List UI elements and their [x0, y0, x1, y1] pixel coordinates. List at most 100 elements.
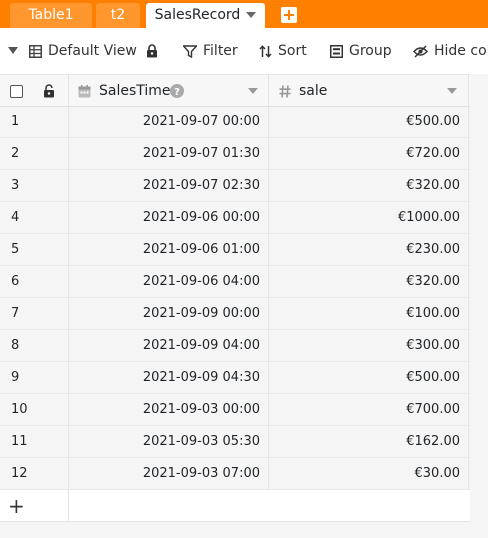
row-index-cell[interactable]: 7	[0, 298, 69, 329]
salestime-cell[interactable]: 2021-09-03 00:00	[69, 394, 269, 425]
salestime-cell[interactable]: 2021-09-09 00:00	[69, 298, 269, 329]
grid-header-row: SalesTime ? sale	[0, 74, 470, 107]
salestime-value: 2021-09-06 04:00	[142, 274, 260, 289]
table-row[interactable]: 4 2021-09-06 00:00 €1000.00	[0, 202, 470, 234]
calendar-icon	[78, 85, 91, 98]
tab-label: Table1	[28, 7, 74, 23]
row-number: 4	[11, 210, 20, 225]
help-icon[interactable]: ?	[170, 84, 184, 98]
view-lock-button[interactable]	[146, 28, 164, 74]
row-index-cell[interactable]: 11	[0, 426, 69, 457]
salestime-value: 2021-09-06 01:00	[142, 242, 260, 257]
views-collapse-button[interactable]	[8, 28, 24, 74]
salestime-value: 2021-09-03 00:00	[142, 402, 260, 417]
table-row[interactable]: 9 2021-09-09 04:30 €500.00	[0, 362, 470, 394]
salestime-cell[interactable]: 2021-09-09 04:30	[69, 362, 269, 393]
hide-columns-button[interactable]: Hide colu	[413, 28, 488, 74]
salestime-cell[interactable]: 2021-09-09 04:00	[69, 330, 269, 361]
table-row[interactable]: 10 2021-09-03 00:00 €700.00	[0, 394, 470, 426]
filter-label: Filter	[203, 43, 238, 59]
table-row[interactable]: 12 2021-09-03 07:00 €30.00	[0, 458, 470, 490]
table-row[interactable]: 1 2021-09-07 00:00 €500.00	[0, 106, 470, 138]
salestime-value: 2021-09-06 00:00	[142, 210, 260, 225]
sale-value: €700.00	[406, 402, 460, 417]
group-button[interactable]: Group	[330, 28, 392, 74]
tab-t2[interactable]: t2	[96, 3, 140, 28]
salestime-cell[interactable]: 2021-09-06 00:00	[69, 202, 269, 233]
salestime-cell[interactable]: 2021-09-07 02:30	[69, 170, 269, 201]
group-icon	[330, 44, 343, 58]
column-menu-icon[interactable]	[248, 88, 258, 94]
view-name: Default View	[48, 43, 137, 59]
salestime-cell[interactable]: 2021-09-07 01:30	[69, 138, 269, 169]
row-number: 8	[11, 338, 20, 353]
index-header-cell	[0, 75, 69, 106]
sort-label: Sort	[278, 43, 307, 59]
column-header-salestime[interactable]: SalesTime ?	[69, 75, 269, 106]
sale-cell[interactable]: €500.00	[269, 362, 469, 393]
row-index-cell[interactable]: 1	[0, 106, 69, 137]
salestime-cell[interactable]: 2021-09-03 07:00	[69, 458, 269, 489]
row-index-cell[interactable]: 8	[0, 330, 69, 361]
sale-value: €100.00	[406, 306, 460, 321]
table-row[interactable]: 2 2021-09-07 01:30 €720.00	[0, 138, 470, 170]
salestime-cell[interactable]: 2021-09-06 01:00	[69, 234, 269, 265]
salestime-value: 2021-09-07 01:30	[142, 146, 260, 161]
table-row[interactable]: 7 2021-09-09 00:00 €100.00	[0, 298, 470, 330]
sale-cell[interactable]: €500.00	[269, 106, 469, 137]
column-name: SalesTime	[99, 83, 171, 99]
sale-cell[interactable]: €1000.00	[269, 202, 469, 233]
group-label: Group	[349, 43, 392, 59]
column-header-sale[interactable]: sale	[269, 75, 469, 106]
table-row[interactable]: 6 2021-09-06 04:00 €320.00	[0, 266, 470, 298]
sort-icon	[259, 44, 272, 58]
tab-dropdown-icon[interactable]	[246, 12, 257, 18]
row-index-cell[interactable]: 2	[0, 138, 69, 169]
add-table-button[interactable]	[281, 7, 297, 23]
select-all-checkbox[interactable]	[10, 85, 23, 98]
sale-cell[interactable]: €320.00	[269, 170, 469, 201]
sale-cell[interactable]: €100.00	[269, 298, 469, 329]
sale-cell[interactable]: €320.00	[269, 266, 469, 297]
table-row[interactable]: 8 2021-09-09 04:00 €300.00	[0, 330, 470, 362]
row-index-cell[interactable]: 9	[0, 362, 69, 393]
sale-cell[interactable]: €30.00	[269, 458, 469, 489]
table-row[interactable]: 11 2021-09-03 05:30 €162.00	[0, 426, 470, 458]
sale-cell[interactable]: €162.00	[269, 426, 469, 457]
row-index-cell[interactable]: 5	[0, 234, 69, 265]
row-index-cell[interactable]: 3	[0, 170, 69, 201]
row-index-cell[interactable]: 4	[0, 202, 69, 233]
salestime-cell[interactable]: 2021-09-06 04:00	[69, 266, 269, 297]
tab-label: SalesRecord	[154, 7, 241, 23]
unlock-icon[interactable]	[43, 84, 55, 98]
row-number: 7	[11, 306, 20, 321]
sale-value: €300.00	[406, 338, 460, 353]
row-index-cell[interactable]: 10	[0, 394, 69, 425]
column-menu-icon[interactable]	[447, 88, 457, 94]
add-row-button[interactable]: +	[0, 490, 470, 522]
view-selector-button[interactable]: Default View	[29, 28, 137, 74]
row-number: 10	[11, 402, 28, 417]
filter-button[interactable]: Filter	[181, 28, 238, 74]
svg-text:?: ?	[174, 87, 180, 98]
sale-value: €30.00	[414, 466, 461, 481]
sale-value: €320.00	[406, 274, 460, 289]
tab-table1[interactable]: Table1	[10, 3, 92, 28]
sale-cell[interactable]: €700.00	[269, 394, 469, 425]
salestime-cell[interactable]: 2021-09-07 00:00	[69, 106, 269, 137]
sale-cell[interactable]: €720.00	[269, 138, 469, 169]
plus-icon: +	[8, 494, 25, 518]
row-index-cell[interactable]: 6	[0, 266, 69, 297]
hash-icon	[279, 85, 291, 98]
salestime-cell[interactable]: 2021-09-03 05:30	[69, 426, 269, 457]
hide-label: Hide colu	[434, 43, 488, 59]
sort-button[interactable]: Sort	[259, 28, 307, 74]
sale-value: €500.00	[406, 370, 460, 385]
sale-cell[interactable]: €300.00	[269, 330, 469, 361]
table-row[interactable]: 5 2021-09-06 01:00 €230.00	[0, 234, 470, 266]
row-index-cell[interactable]: 12	[0, 458, 69, 489]
sale-cell[interactable]: €230.00	[269, 234, 469, 265]
tab-salesrecord[interactable]: SalesRecord	[146, 3, 265, 28]
table-row[interactable]: 3 2021-09-07 02:30 €320.00	[0, 170, 470, 202]
salestime-value: 2021-09-03 05:30	[142, 434, 260, 449]
